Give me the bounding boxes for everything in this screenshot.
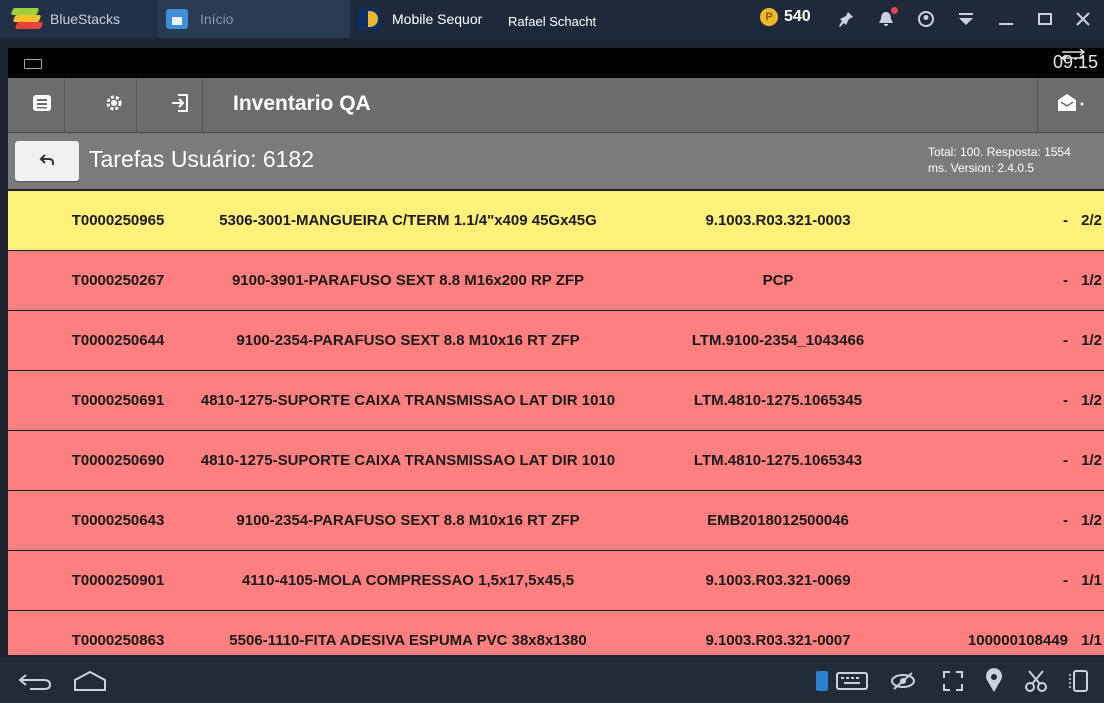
task-row[interactable]: T0000250901 4110-4105-MOLA COMPRESSAO 1,… xyxy=(8,551,1104,610)
task-location: 9.1003.R03.321-0007 xyxy=(705,631,851,649)
task-location: 9.1003.R03.321-0003 xyxy=(705,211,851,229)
version-info-line: ms. Version: 2.4.0.5 xyxy=(928,161,1035,175)
task-count: 1/1 xyxy=(1081,631,1102,649)
task-id: T0000250863 xyxy=(71,631,165,649)
task-count: 1/2 xyxy=(1081,391,1102,409)
task-count: 1/2 xyxy=(1081,331,1102,349)
pin-icon[interactable] xyxy=(835,8,857,30)
task-row[interactable]: T0000250863 5506-1110-FITA ADESIVA ESPUM… xyxy=(8,611,1104,655)
back-button[interactable] xyxy=(15,141,79,181)
bluestacks-logo-icon xyxy=(10,8,44,30)
dropdown-menu-icon[interactable] xyxy=(955,8,977,30)
task-row[interactable]: T0000250267 9100-3901-PARAFUSO SEXT 8.8 … xyxy=(8,251,1104,310)
minimize-icon[interactable] xyxy=(995,8,1017,30)
tab-inicio[interactable]: Início xyxy=(158,0,350,38)
task-lot: - xyxy=(1063,271,1068,289)
bottom-navbar xyxy=(0,658,1104,703)
android-status-bar: 09:15 xyxy=(8,48,1104,78)
coin-counter[interactable]: P 540 xyxy=(760,8,811,26)
task-description: 9100-3901-PARAFUSO SEXT 8.8 M16x200 RP Z… xyxy=(231,271,585,289)
device-icon[interactable] xyxy=(816,671,828,691)
task-count: 1/2 xyxy=(1081,511,1102,529)
task-count: 1/2 xyxy=(1081,271,1102,289)
home-icon[interactable] xyxy=(72,668,108,694)
task-row[interactable]: T0000250965 5306-3001-MANGUEIRA C/TERM 1… xyxy=(8,191,1104,250)
page-title: Tarefas Usuário: 6182 xyxy=(89,146,315,172)
task-location: LTM.9100-2354_1043466 xyxy=(691,331,865,349)
task-location: 9.1003.R03.321-0069 xyxy=(705,571,851,589)
tab-bluestacks[interactable]: BlueStacks xyxy=(0,0,158,38)
keyboard-indicator-icon xyxy=(24,59,42,69)
task-location: LTM.4810-1275.1065345 xyxy=(693,391,863,409)
task-lot: - xyxy=(1063,331,1068,349)
account-icon[interactable] xyxy=(915,8,937,30)
task-row[interactable]: T0000250644 9100-2354-PARAFUSO SEXT 8.8 … xyxy=(8,311,1104,370)
task-location: PCP xyxy=(762,271,794,289)
coin-count: 540 xyxy=(784,8,811,25)
mail-icon xyxy=(1056,92,1086,119)
undo-arrow-icon xyxy=(39,150,55,173)
logout-icon xyxy=(169,92,191,119)
tasks-header: Tarefas Usuário: 6182 Total: 100. Respos… xyxy=(8,133,1104,189)
task-description: 5306-3001-MANGUEIRA C/TERM 1.1/4"x409 45… xyxy=(219,211,597,229)
task-description: 5506-1110-FITA ADESIVA ESPUMA PVC 38x8x1… xyxy=(229,631,587,649)
task-lot: - xyxy=(1063,511,1068,529)
menu-icon xyxy=(31,92,53,119)
tab-label: Mobile Sequor xyxy=(392,11,483,27)
home-tab-icon xyxy=(166,9,188,29)
menu-button[interactable] xyxy=(20,78,65,132)
task-lot: - xyxy=(1063,571,1068,589)
task-id: T0000250965 xyxy=(71,211,165,229)
fullscreen-icon[interactable] xyxy=(938,668,968,694)
close-icon[interactable] xyxy=(1072,8,1094,30)
task-row[interactable]: T0000250690 4810-1275-SUPORTE CAIXA TRAN… xyxy=(8,431,1104,490)
tab-label: BlueStacks xyxy=(50,11,121,27)
notification-bell-icon[interactable] xyxy=(875,7,898,30)
task-lot: - xyxy=(1063,451,1068,469)
task-row[interactable]: T0000250643 9100-2354-PARAFUSO SEXT 8.8 … xyxy=(8,491,1104,550)
mobile-sequor-icon xyxy=(358,8,380,30)
task-description: 9100-2354-PARAFUSO SEXT 8.8 M10x16 RT ZF… xyxy=(236,511,580,529)
task-lot: 100000108449 xyxy=(967,631,1068,649)
response-info-line: Total: 100. Resposta: 1554 xyxy=(928,145,1071,159)
task-id: T0000250267 xyxy=(71,271,165,289)
task-lot: - xyxy=(1063,211,1068,229)
task-id: T0000250691 xyxy=(71,391,165,409)
task-id: T0000250643 xyxy=(71,511,165,529)
maximize-icon[interactable] xyxy=(1034,8,1056,30)
task-count: 2/2 xyxy=(1081,211,1102,229)
app-toolbar: Inventario QA xyxy=(8,78,1104,133)
task-count: 1/1 xyxy=(1081,571,1102,589)
cut-icon[interactable] xyxy=(1022,668,1050,694)
task-id: T0000250690 xyxy=(71,451,165,469)
user-name: Rafael Schacht xyxy=(508,14,597,29)
task-id: T0000250644 xyxy=(71,331,165,349)
task-description: 9100-2354-PARAFUSO SEXT 8.8 M10x16 RT ZF… xyxy=(236,331,580,349)
task-id: T0000250901 xyxy=(71,571,165,589)
task-lot: - xyxy=(1063,391,1068,409)
back-icon[interactable] xyxy=(14,668,58,694)
logout-button[interactable] xyxy=(158,78,203,132)
rotate-icon[interactable] xyxy=(1066,668,1094,694)
location-icon[interactable] xyxy=(980,668,1008,694)
clock: 09:15 xyxy=(1052,52,1098,72)
settings-button[interactable] xyxy=(92,78,137,132)
settings-icon xyxy=(103,92,125,119)
coin-icon: P xyxy=(760,8,778,26)
window-titlebar: BlueStacks Início Mobile Sequor Rafael S… xyxy=(0,0,1104,38)
response-info: Total: 100. Resposta: 1554 ms. Version: … xyxy=(928,144,1098,176)
messages-button[interactable] xyxy=(1037,78,1104,132)
task-list[interactable]: T0000250965 5306-3001-MANGUEIRA C/TERM 1… xyxy=(8,191,1104,655)
task-count: 1/2 xyxy=(1081,451,1102,469)
task-location: LTM.4810-1275.1065343 xyxy=(693,451,863,469)
keyboard-icon[interactable] xyxy=(834,668,870,694)
task-description: 4810-1275-SUPORTE CAIXA TRANSMISSAO LAT … xyxy=(200,391,616,409)
task-description: 4110-4105-MOLA COMPRESSAO 1,5x17,5x45,5 xyxy=(241,571,575,589)
task-description: 4810-1275-SUPORTE CAIXA TRANSMISSAO LAT … xyxy=(200,451,616,469)
app-title: Inventario QA xyxy=(233,92,371,115)
tab-label: Início xyxy=(200,11,234,27)
task-row[interactable]: T0000250691 4810-1275-SUPORTE CAIXA TRAN… xyxy=(8,371,1104,430)
task-location: EMB2018012500046 xyxy=(707,511,849,529)
hide-icon[interactable] xyxy=(888,668,918,694)
